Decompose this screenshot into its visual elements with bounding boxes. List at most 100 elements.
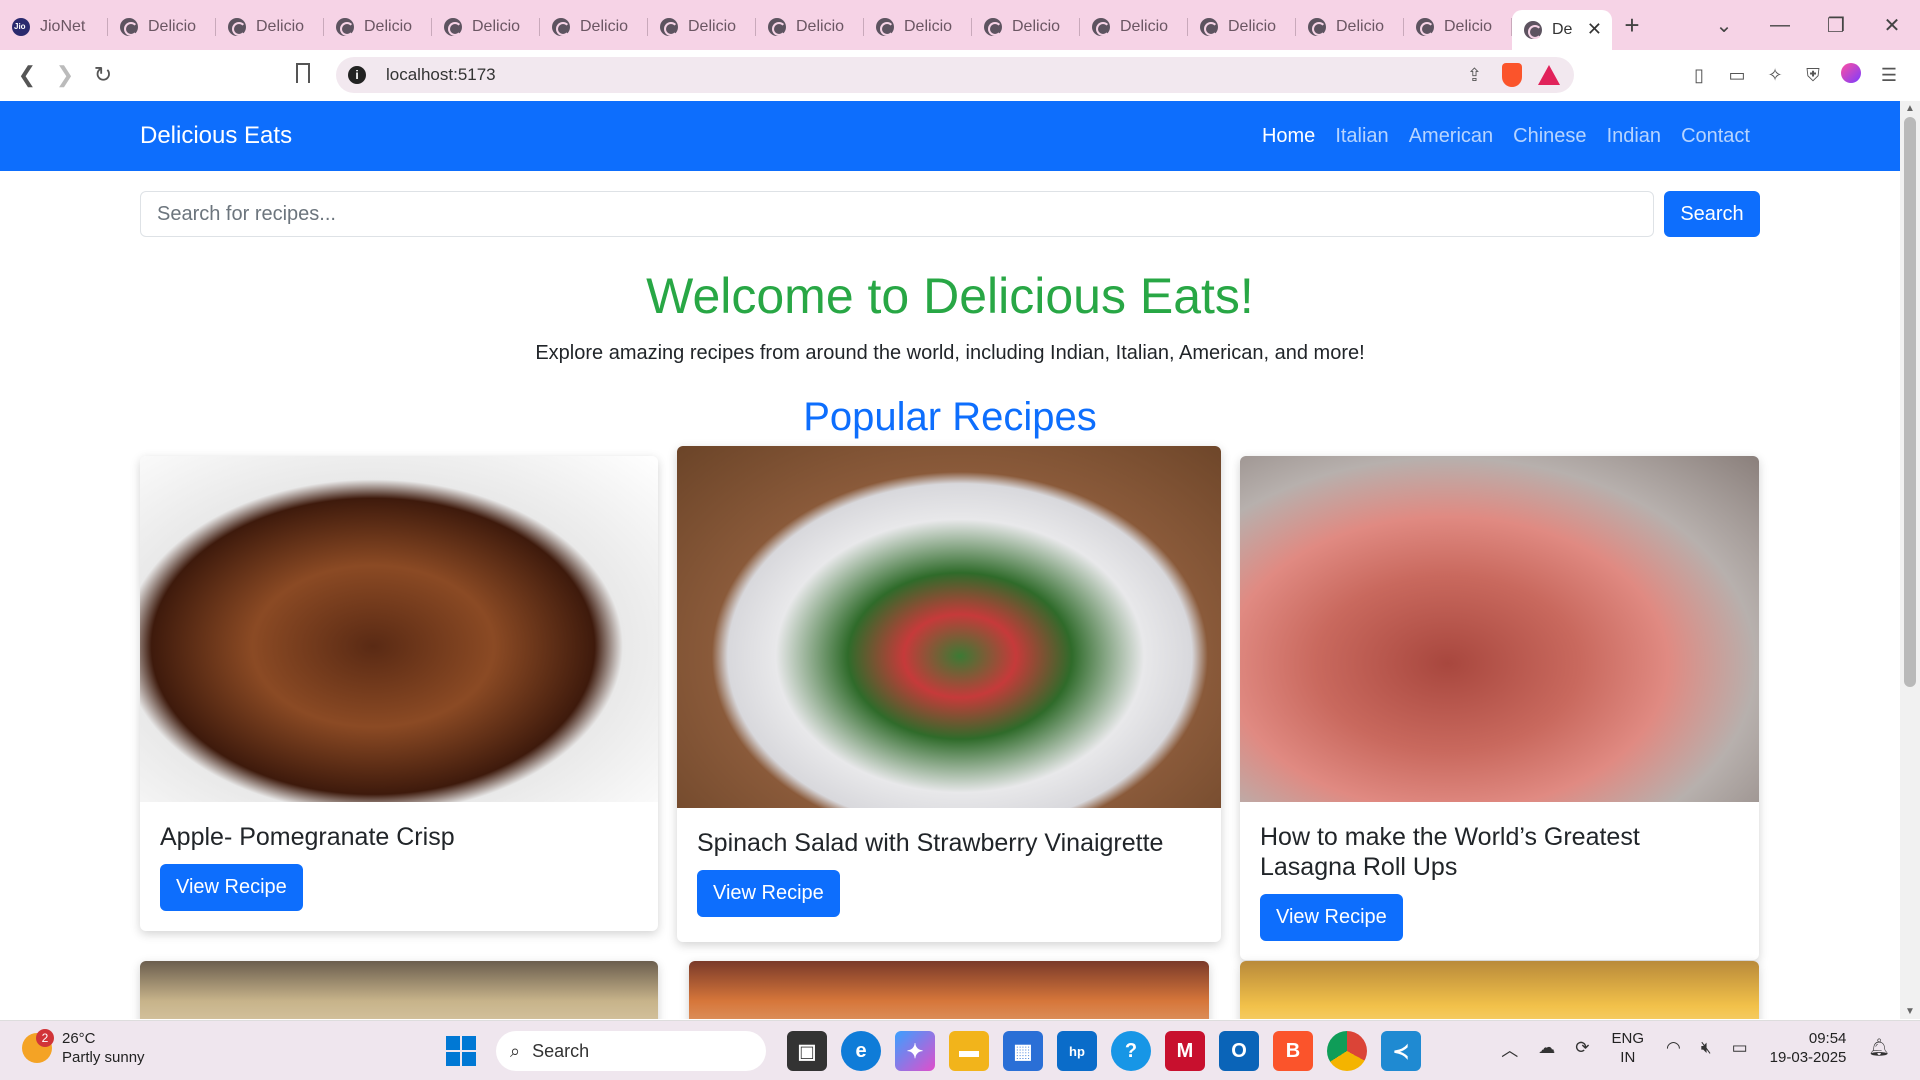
- clock[interactable]: 09:54 19-03-2025: [1770, 1029, 1847, 1067]
- minimize-icon[interactable]: —: [1752, 14, 1808, 37]
- taskbar-search[interactable]: ⌕ Search: [496, 1031, 766, 1071]
- chrome-icon[interactable]: [1327, 1031, 1367, 1071]
- back-icon[interactable]: ❮: [8, 62, 46, 88]
- search-row: Search: [140, 191, 1760, 237]
- store-icon[interactable]: ▦: [1003, 1031, 1043, 1071]
- recipe-image[interactable]: [1240, 456, 1759, 802]
- recipe-image[interactable]: [1240, 961, 1759, 1019]
- tab-delicious[interactable]: Delicio: [648, 9, 756, 45]
- tab-delicious[interactable]: Delicio: [1080, 9, 1188, 45]
- recipe-image[interactable]: [689, 961, 1209, 1019]
- nav-home[interactable]: Home: [1252, 125, 1325, 148]
- nav-links: Home Italian American Chinese Indian Con…: [1252, 125, 1760, 148]
- tab-delicious[interactable]: Delicio: [864, 9, 972, 45]
- site-info-icon[interactable]: i: [348, 66, 366, 84]
- recipe-image[interactable]: [140, 456, 658, 802]
- nav-american[interactable]: American: [1399, 125, 1503, 148]
- myhp-icon[interactable]: hp: [1057, 1031, 1097, 1071]
- globe-icon: [1416, 18, 1434, 36]
- site-navbar: Delicious Eats Home Italian American Chi…: [0, 101, 1900, 171]
- brave-shields-icon[interactable]: [1502, 63, 1522, 87]
- tab-delicious[interactable]: Delicio: [108, 9, 216, 45]
- bookmark-icon[interactable]: [296, 63, 310, 83]
- recipe-image[interactable]: [140, 961, 658, 1019]
- weather-widget[interactable]: 2 26°C Partly sunny: [22, 1029, 145, 1067]
- recipe-image[interactable]: [677, 446, 1221, 808]
- recipe-title: Apple- Pomegranate Crisp: [160, 823, 455, 851]
- tab-delicious[interactable]: Delicio: [1188, 9, 1296, 45]
- tab-delicious[interactable]: Delicio: [1296, 9, 1404, 45]
- reload-icon[interactable]: ↻: [84, 62, 122, 88]
- tab-active[interactable]: De ✕: [1512, 10, 1612, 50]
- close-icon[interactable]: ✕: [1587, 19, 1602, 40]
- help-icon[interactable]: ?: [1111, 1031, 1151, 1071]
- ai-icon[interactable]: ✧: [1756, 65, 1794, 86]
- file-explorer-icon[interactable]: ▬: [949, 1031, 989, 1071]
- chevron-up-icon[interactable]: ︿: [1501, 1036, 1518, 1061]
- tab-label: Delicio: [688, 18, 737, 35]
- battery-icon[interactable]: ▭: [1732, 1038, 1748, 1058]
- nav-indian[interactable]: Indian: [1597, 125, 1672, 148]
- restore-icon[interactable]: ❐: [1808, 13, 1864, 38]
- outlook-icon[interactable]: O: [1219, 1031, 1259, 1071]
- tab-delicious[interactable]: Delicio: [216, 9, 324, 45]
- view-recipe-button[interactable]: View Recipe: [697, 870, 840, 917]
- tab-label: Delicio: [472, 18, 521, 35]
- edge-icon[interactable]: e: [841, 1031, 881, 1071]
- nav-italian[interactable]: Italian: [1325, 125, 1398, 148]
- scroll-up-icon[interactable]: ▲: [1905, 103, 1915, 114]
- recipe-card: Spinach Salad with Strawberry Vinaigrett…: [677, 446, 1221, 942]
- notifications-icon[interactable]: 🔔︎: [1868, 1038, 1890, 1058]
- menu-icon[interactable]: ☰: [1870, 65, 1908, 86]
- vpn-icon[interactable]: ⛨: [1794, 65, 1832, 86]
- url-text[interactable]: localhost:5173: [386, 65, 496, 85]
- nav-contact[interactable]: Contact: [1671, 125, 1760, 148]
- tab-delicious[interactable]: Delicio: [432, 9, 540, 45]
- tab-delicious[interactable]: Delicio: [540, 9, 648, 45]
- recipe-title: Spinach Salad with Strawberry Vinaigrett…: [697, 829, 1164, 857]
- tab-search-icon[interactable]: ⌄: [1696, 13, 1752, 38]
- weather-icon: 2: [22, 1029, 54, 1063]
- tab-delicious[interactable]: Delicio: [972, 9, 1080, 45]
- language-indicator[interactable]: ENG IN: [1612, 1029, 1645, 1067]
- forward-icon[interactable]: ❯: [46, 62, 84, 88]
- new-tab-button[interactable]: +: [1612, 10, 1652, 41]
- weather-temp: 26°C: [62, 1030, 96, 1047]
- mcafee-icon[interactable]: M: [1165, 1031, 1205, 1071]
- tab-label: Delicio: [364, 18, 413, 35]
- start-icon[interactable]: [446, 1036, 476, 1066]
- scroll-down-icon[interactable]: ▼: [1905, 1006, 1915, 1017]
- tab-jionet[interactable]: JioNet: [0, 9, 108, 45]
- close-window-icon[interactable]: ✕: [1864, 13, 1920, 38]
- vscode-icon[interactable]: ≺: [1381, 1031, 1421, 1071]
- address-bar[interactable]: i localhost:5173 ⇪: [336, 57, 1574, 93]
- share-icon[interactable]: ⇪: [1467, 65, 1482, 86]
- tab-label: Delicio: [796, 18, 845, 35]
- task-view-icon[interactable]: ▣: [787, 1031, 827, 1071]
- tab-delicious[interactable]: Delicio: [756, 9, 864, 45]
- mute-icon[interactable]: 🔇︎: [1701, 1038, 1712, 1058]
- globe-icon: [120, 18, 138, 36]
- nav-chinese[interactable]: Chinese: [1503, 125, 1596, 148]
- view-recipe-button[interactable]: View Recipe: [1260, 894, 1403, 941]
- wifi-icon[interactable]: ◠: [1666, 1038, 1681, 1058]
- wallet-icon[interactable]: ▭: [1718, 65, 1756, 86]
- recipe-card-partial: [689, 961, 1209, 1019]
- page-scrollbar[interactable]: ▲ ▼: [1900, 101, 1920, 1019]
- tab-delicious[interactable]: Delicio: [1404, 9, 1512, 45]
- site-brand[interactable]: Delicious Eats: [140, 122, 292, 150]
- tab-delicious[interactable]: Delicio: [324, 9, 432, 45]
- tab-strip: JioNet Delicio Delicio Delicio Delicio D…: [0, 0, 1920, 50]
- sidebar-icon[interactable]: ▯: [1680, 65, 1718, 86]
- brave-icon[interactable]: B: [1273, 1031, 1313, 1071]
- sync-icon[interactable]: ⟳: [1575, 1038, 1589, 1058]
- onedrive-icon[interactable]: ☁: [1538, 1038, 1555, 1058]
- search-input[interactable]: [140, 191, 1654, 237]
- scrollbar-thumb[interactable]: [1904, 117, 1916, 687]
- leo-icon[interactable]: [1832, 62, 1870, 88]
- search-button[interactable]: Search: [1664, 191, 1760, 237]
- view-recipe-button[interactable]: View Recipe: [160, 864, 303, 911]
- copilot-icon[interactable]: ✦: [895, 1031, 935, 1071]
- tab-label: Delicio: [1336, 18, 1385, 35]
- brave-rewards-icon[interactable]: [1538, 65, 1560, 85]
